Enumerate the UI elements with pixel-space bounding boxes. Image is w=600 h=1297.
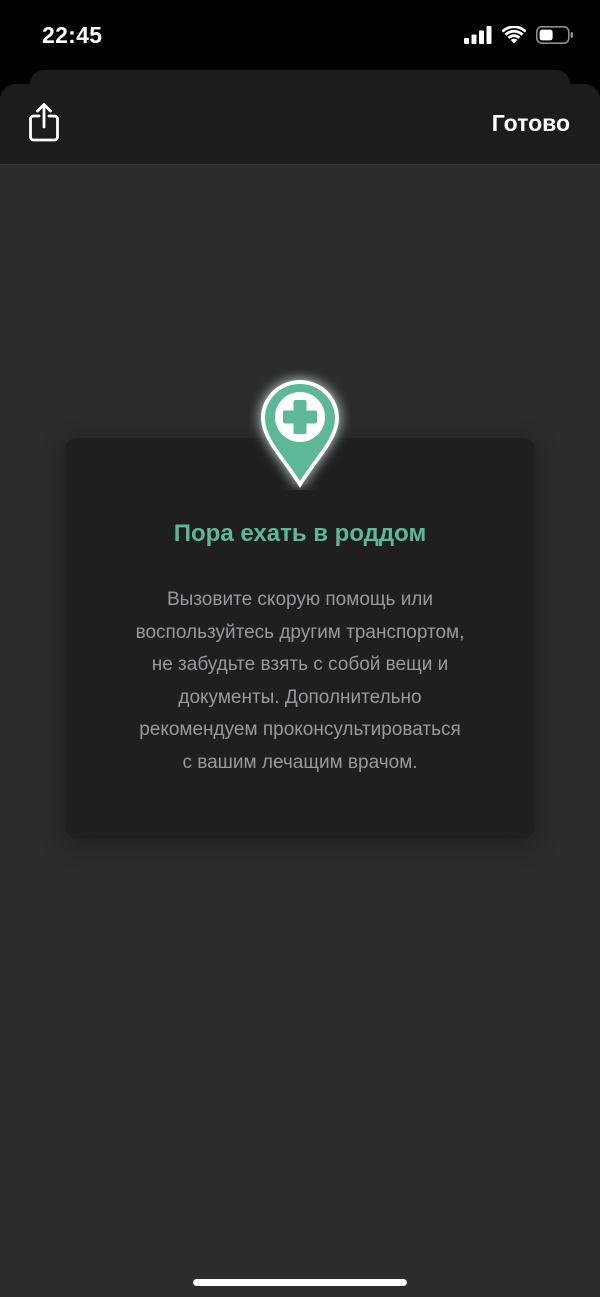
card-body-line: не забудьте взять с собой вещи и [151, 654, 449, 675]
card-title: Пора ехать в роддом [173, 520, 427, 547]
card-body-line: воспользуйтесь другим транспортом, [135, 621, 465, 643]
card-body-line: документы. Дополнительно [178, 686, 422, 708]
screen: 22:45 Готово Пора ехать в роддом Вызовит… [0, 0, 600, 1297]
card-body: Вызовите скорую помощь или воспользуйтес… [100, 584, 500, 779]
battery-icon [536, 26, 574, 49]
status-icons [464, 25, 574, 49]
card-body-line: Вызовите скорую помощь или [166, 589, 434, 610]
status-time: 22:45 [42, 22, 103, 48]
status-bar: 22:45 [0, 0, 600, 70]
sheet-header: Готово [0, 84, 600, 165]
hospital-location-pin-icon [250, 370, 350, 490]
wifi-icon [501, 25, 527, 49]
cellular-signal-icon [464, 26, 492, 49]
done-button[interactable]: Готово [492, 110, 570, 137]
share-button[interactable] [26, 102, 62, 146]
card-body-line: с вашим лечащим врачом. [182, 751, 418, 773]
home-indicator[interactable] [193, 1279, 407, 1286]
modal-sheet: Готово Пора ехать в роддом Вызовите скор… [0, 84, 600, 1297]
card-body-line: рекомендуем проконсультироваться [139, 719, 461, 740]
notification-card: Пора ехать в роддом Вызовите скорую помо… [65, 438, 535, 838]
share-icon [28, 102, 60, 147]
